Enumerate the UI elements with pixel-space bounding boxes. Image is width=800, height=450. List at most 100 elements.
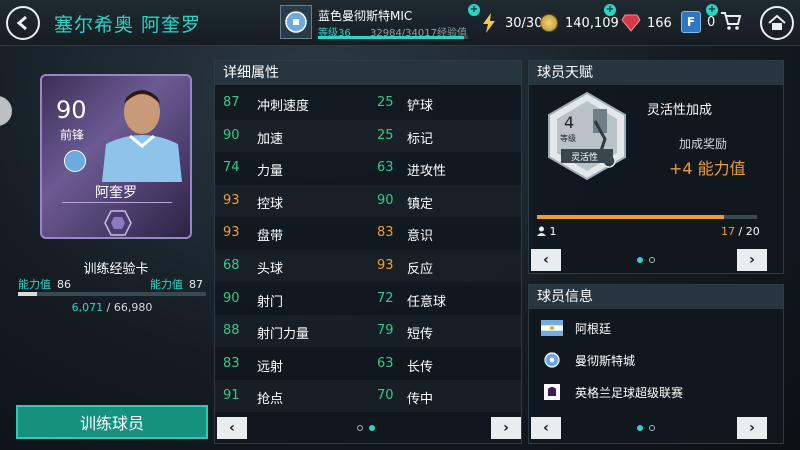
attribute-value: 90	[223, 127, 240, 143]
chevron-left-icon	[16, 15, 27, 31]
next-ovr: 能力值 87	[150, 276, 203, 292]
info-row-league: 英格兰足球超级联赛	[529, 376, 783, 408]
attribute-value: 79	[377, 323, 394, 339]
attribute-name: 进攻性	[407, 164, 447, 180]
home-button[interactable]	[760, 6, 794, 40]
page-dot-1[interactable]	[357, 425, 363, 431]
club-name-info: 曼彻斯特城	[575, 353, 636, 368]
attribute-name: 加速	[257, 131, 284, 147]
page-dot-2[interactable]	[369, 425, 375, 431]
attribute-name: 控球	[257, 196, 284, 212]
ball-decoration	[0, 96, 12, 126]
talent-progress-total: 20	[745, 225, 760, 238]
info-next-button[interactable]: ›	[737, 417, 767, 439]
info-row-nation: 阿根廷	[529, 312, 783, 344]
talent-progress-bar	[537, 215, 757, 219]
attribute-name: 意识	[407, 229, 434, 245]
current-ovr: 能力值 86	[18, 276, 71, 292]
info-page-dot-1[interactable]	[637, 425, 643, 431]
train-player-button[interactable]: 训练球员	[16, 405, 208, 439]
attribute-name: 标记	[407, 131, 434, 147]
info-page-dot-2[interactable]	[649, 425, 655, 431]
coins-value: 140,109	[565, 15, 619, 31]
player-card[interactable]: 90 前锋 阿奎罗	[40, 74, 192, 239]
training-card-label: 训练经验卡	[83, 262, 149, 277]
attribute-name: 短传	[407, 327, 434, 343]
add-fifa-points-button[interactable]: +	[706, 4, 718, 16]
premier-league-icon	[544, 384, 560, 400]
attribute-row: 93 控球 90 镇定	[215, 185, 521, 217]
talent-next-button[interactable]: ›	[737, 249, 767, 271]
training-xp-separator: /	[103, 301, 114, 314]
attributes-next-button[interactable]: ›	[491, 417, 521, 439]
attribute-value: 68	[223, 258, 240, 273]
card-position: 前锋	[60, 128, 85, 142]
talent-level-label: 等级	[560, 133, 576, 143]
attribute-row: 68 头球 93 反应	[215, 250, 521, 282]
talent-page-dot-2[interactable]	[649, 257, 655, 263]
attribute-value: 93	[223, 225, 240, 241]
attribute-value: 91	[223, 388, 240, 404]
attribute-name: 镇定	[407, 196, 434, 212]
training-progress-bar	[18, 292, 206, 296]
argentina-flag-icon	[541, 320, 563, 336]
club-summary[interactable]: 蓝色曼彻斯特MIC 等级36 32984/34017经验值	[280, 5, 470, 41]
attribute-value: 70	[377, 388, 394, 404]
attribute-value: 83	[377, 225, 394, 241]
info-prev-button[interactable]: ‹	[531, 417, 561, 439]
talent-progress-text: 17 / 20	[721, 225, 760, 238]
attribute-name: 冲刺速度	[257, 99, 310, 114]
hexagon-icon	[104, 210, 132, 236]
talent-bonus-value: +4 能力值	[669, 159, 746, 178]
attribute-value: 87	[223, 95, 240, 110]
player-info-panel: 球员信息 阿根廷 曼彻斯特城 英格兰足球超级联赛 ‹ ›	[528, 284, 784, 444]
fifa-points-value: 0	[707, 14, 716, 30]
talent-progress-fill	[537, 215, 724, 219]
talent-badge-icon[interactable]: 4 等级 灵活性	[547, 91, 627, 181]
talent-progress-current: 17	[721, 225, 735, 238]
player-icon	[537, 226, 546, 236]
attribute-name: 传中	[407, 392, 434, 408]
attribute-value: 90	[223, 290, 240, 306]
card-rating: 90	[56, 96, 87, 124]
energy-value: 30/30	[505, 15, 543, 31]
club-xp-bar-fill	[318, 36, 464, 39]
attribute-name: 抢点	[257, 392, 284, 408]
training-xp-total: 66,980	[113, 301, 153, 314]
back-button[interactable]	[6, 6, 40, 40]
attribute-name: 力量	[257, 164, 284, 180]
cart-icon[interactable]	[720, 11, 742, 35]
talent-page-dot-1[interactable]	[637, 257, 643, 263]
talent-panel: 球员天赋 4 等级 灵活性 灵活性加成 加成奖励 +4 能力值 1 17 / 2…	[528, 60, 784, 274]
attribute-name: 任意球	[407, 294, 447, 310]
attribute-row: 91 抢点 70 传中	[215, 380, 521, 412]
attribute-name: 长传	[407, 359, 434, 375]
attributes-title: 详细属性	[215, 61, 521, 85]
coin-icon	[538, 12, 560, 34]
attribute-row: 93 盘带 83 意识	[215, 217, 521, 249]
attribute-value: 90	[377, 192, 394, 208]
attribute-value: 63	[377, 355, 394, 371]
current-ovr-value: 86	[57, 278, 71, 291]
talent-level-number: 4	[564, 113, 574, 132]
talent-badge-label: 灵活性	[571, 151, 598, 163]
talent-title: 球员天赋	[529, 61, 783, 85]
gem-icon	[620, 12, 642, 34]
attribute-value: 25	[377, 127, 394, 143]
attribute-row: 87 冲刺速度 25 铲球	[215, 87, 521, 119]
attribute-value: 74	[223, 160, 240, 176]
current-ovr-label: 能力值	[18, 278, 51, 291]
attribute-row: 74 力量 63 进攻性	[215, 152, 521, 184]
attributes-panel: 详细属性 87 冲刺速度 25 铲球 90 加速 25 标记 74 力量 63 进攻性 93 控球 90 镇定…	[214, 60, 522, 444]
attribute-value: 88	[223, 323, 240, 339]
training-xp-current: 6,071	[71, 301, 104, 314]
gems-counter: 166	[620, 12, 672, 34]
player-info-title: 球员信息	[529, 285, 783, 309]
attributes-prev-button[interactable]: ‹	[217, 417, 247, 439]
next-ovr-value: 87	[189, 278, 203, 291]
gems-value: 166	[647, 15, 672, 31]
talent-prev-button[interactable]: ‹	[531, 249, 561, 271]
player-photo	[102, 90, 182, 182]
add-coins-button[interactable]: +	[604, 4, 616, 16]
attribute-value: 93	[377, 258, 394, 273]
